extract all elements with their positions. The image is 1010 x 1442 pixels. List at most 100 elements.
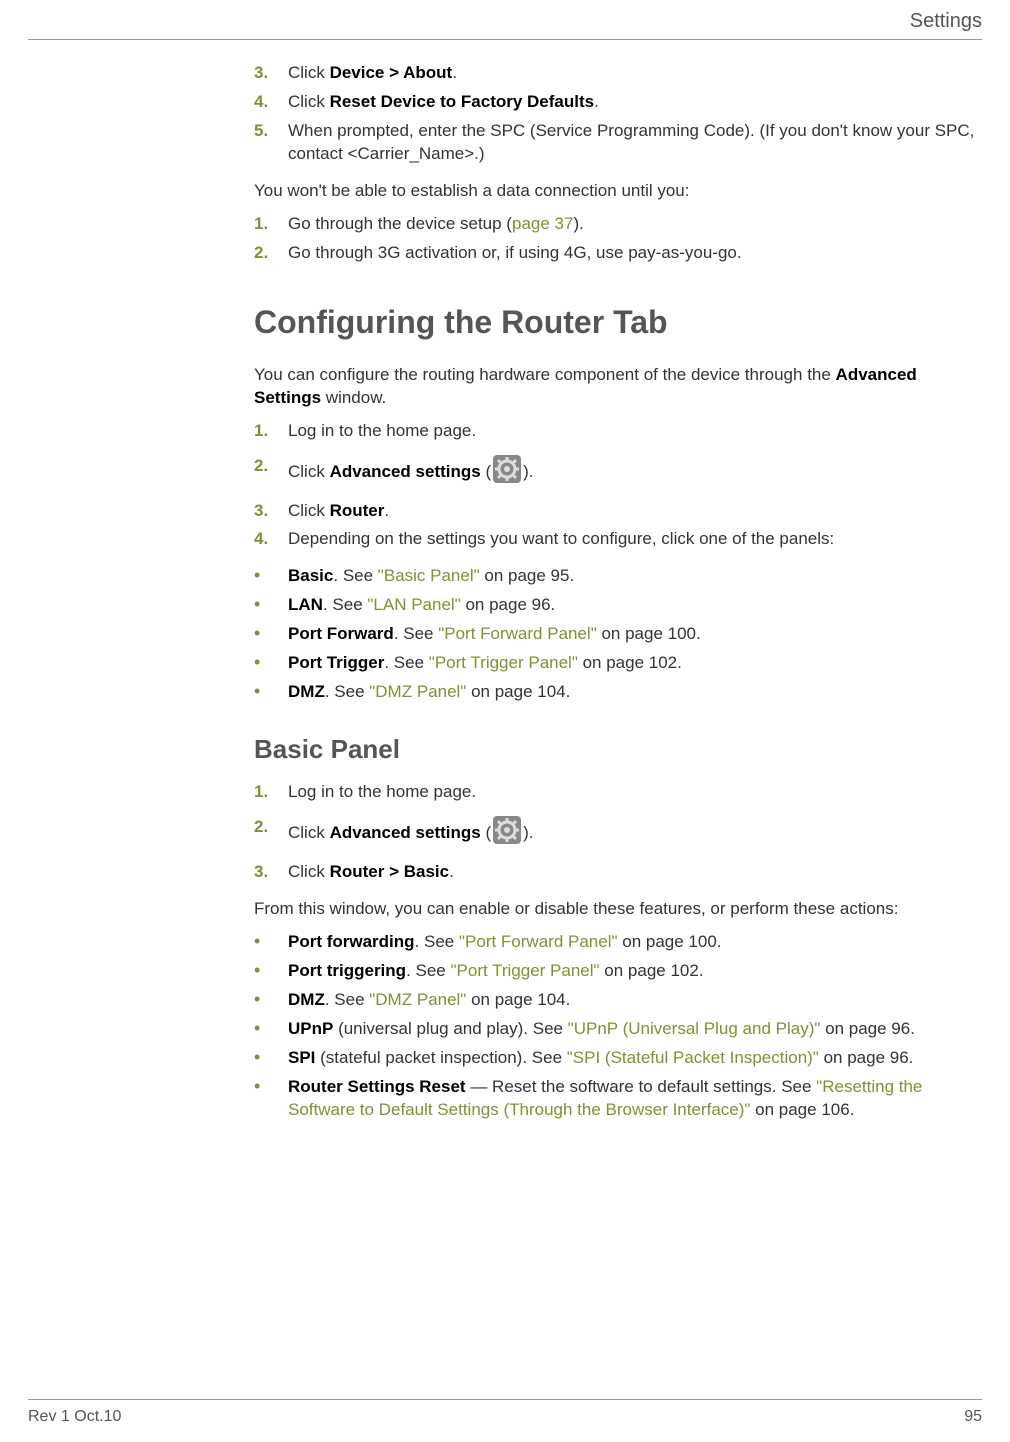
- text-span: . See: [384, 653, 428, 672]
- text-span: (: [481, 462, 491, 481]
- step-number: 1.: [254, 213, 288, 236]
- bold-text: Advanced settings: [330, 462, 481, 481]
- bold-text: UPnP: [288, 1019, 333, 1038]
- text-span: Click: [288, 63, 330, 82]
- list-item: 1. Go through the device setup (page 37)…: [254, 213, 976, 236]
- bullet-text: LAN. See "LAN Panel" on page 96.: [288, 594, 555, 617]
- bullet-text: Port triggering. See "Port Trigger Panel…: [288, 960, 704, 983]
- list-item: • Port Forward. See "Port Forward Panel"…: [254, 623, 976, 646]
- step-number: 1.: [254, 420, 288, 443]
- link-text[interactable]: "LAN Panel": [367, 595, 460, 614]
- text-span: on page 106.: [750, 1100, 854, 1119]
- list-item: 3. Click Router > Basic.: [254, 861, 976, 884]
- bullet-text: Port Forward. See "Port Forward Panel" o…: [288, 623, 701, 646]
- text-span: on page 100.: [597, 624, 701, 643]
- text-span: Go through the device setup (: [288, 214, 512, 233]
- ordered-list: 1. Go through the device setup (page 37)…: [254, 213, 976, 265]
- bold-text: Port triggering: [288, 961, 406, 980]
- list-item: • DMZ. See "DMZ Panel" on page 104.: [254, 989, 976, 1012]
- list-item: • SPI (stateful packet inspection). See …: [254, 1047, 976, 1070]
- step-text: Click Device > About.: [288, 62, 976, 85]
- bold-text: DMZ: [288, 682, 325, 701]
- list-item: 3. Click Router.: [254, 500, 976, 523]
- bold-text: Reset Device to Factory Defaults: [330, 92, 595, 111]
- list-item: 2. Go through 3G activation or, if using…: [254, 242, 976, 265]
- list-item: • Port Trigger. See "Port Trigger Panel"…: [254, 652, 976, 675]
- bullet-icon: •: [254, 931, 288, 954]
- text-span: on page 102.: [600, 961, 704, 980]
- bold-text: Basic: [288, 566, 333, 585]
- list-item: • Basic. See "Basic Panel" on page 95.: [254, 565, 976, 588]
- text-span: Click: [288, 462, 330, 481]
- list-item: 3. Click Device > About.: [254, 62, 976, 85]
- bullet-icon: •: [254, 565, 288, 588]
- ordered-list: 3. Click Device > About. 4. Click Reset …: [254, 62, 976, 166]
- paragraph: From this window, you can enable or disa…: [254, 898, 976, 921]
- link-text[interactable]: "SPI (Stateful Packet Inspection)": [567, 1048, 819, 1067]
- page-footer: Rev 1 Oct.10 95: [28, 1399, 982, 1426]
- link-text[interactable]: "Port Forward Panel": [438, 624, 597, 643]
- page-header-title: Settings: [28, 10, 982, 40]
- bullet-icon: •: [254, 652, 288, 675]
- bullet-icon: •: [254, 1047, 288, 1070]
- step-number: 3.: [254, 62, 288, 85]
- step-number: 3.: [254, 861, 288, 884]
- bullet-icon: •: [254, 1018, 288, 1041]
- step-number: 2.: [254, 816, 288, 851]
- text-span: Click: [288, 501, 330, 520]
- text-span: .: [452, 63, 457, 82]
- bold-text: Device > About: [330, 63, 453, 82]
- link-text[interactable]: "Port Trigger Panel": [429, 653, 578, 672]
- bold-text: LAN: [288, 595, 323, 614]
- link-text[interactable]: "Port Trigger Panel": [450, 961, 599, 980]
- link-text[interactable]: "DMZ Panel": [369, 990, 466, 1009]
- step-text: Log in to the home page.: [288, 420, 976, 443]
- step-number: 5.: [254, 120, 288, 166]
- text-span: . See: [323, 595, 367, 614]
- text-span: . See: [406, 961, 450, 980]
- text-span: on page 104.: [466, 682, 570, 701]
- list-item: • Router Settings Reset — Reset the soft…: [254, 1076, 976, 1122]
- step-text: Go through 3G activation or, if using 4G…: [288, 242, 976, 265]
- bold-text: Router > Basic: [330, 862, 450, 881]
- step-text: Click Advanced settings ().: [288, 816, 976, 851]
- bullet-text: Port forwarding. See "Port Forward Panel…: [288, 931, 722, 954]
- list-item: 4. Click Reset Device to Factory Default…: [254, 91, 976, 114]
- list-item: • UPnP (universal plug and play). See "U…: [254, 1018, 976, 1041]
- bullet-text: DMZ. See "DMZ Panel" on page 104.: [288, 681, 570, 704]
- text-span: ).: [573, 214, 583, 233]
- link-text[interactable]: "UPnP (Universal Plug and Play)": [568, 1019, 821, 1038]
- text-span: Click: [288, 862, 330, 881]
- bullet-icon: •: [254, 623, 288, 646]
- bullet-icon: •: [254, 594, 288, 617]
- text-span: Click: [288, 823, 330, 842]
- bold-text: Router: [330, 501, 385, 520]
- text-span: (stateful packet inspection). See: [315, 1048, 566, 1067]
- text-span: . See: [415, 932, 459, 951]
- bold-text: Port forwarding: [288, 932, 415, 951]
- bold-text: DMZ: [288, 990, 325, 1009]
- step-number: 3.: [254, 500, 288, 523]
- bold-text: Port Forward: [288, 624, 394, 643]
- link-text[interactable]: "Port Forward Panel": [459, 932, 618, 951]
- subsection-heading: Basic Panel: [254, 732, 976, 767]
- text-span: . See: [333, 566, 377, 585]
- step-number: 4.: [254, 91, 288, 114]
- bullet-text: Port Trigger. See "Port Trigger Panel" o…: [288, 652, 682, 675]
- ordered-list: 1. Log in to the home page. 2. Click Adv…: [254, 420, 976, 552]
- paragraph: You can configure the routing hardware c…: [254, 364, 976, 410]
- list-item: 2. Click Advanced settings ().: [254, 816, 976, 851]
- text-span: . See: [394, 624, 438, 643]
- text-span: .: [449, 862, 454, 881]
- bullet-text: Basic. See "Basic Panel" on page 95.: [288, 565, 574, 588]
- text-span: (: [481, 823, 491, 842]
- step-text: Click Advanced settings ().: [288, 455, 976, 490]
- link-text[interactable]: "DMZ Panel": [369, 682, 466, 701]
- bold-text: Advanced settings: [330, 823, 481, 842]
- list-item: • Port forwarding. See "Port Forward Pan…: [254, 931, 976, 954]
- text-span: . See: [325, 990, 369, 1009]
- link-text[interactable]: page 37: [512, 214, 573, 233]
- step-text: When prompted, enter the SPC (Service Pr…: [288, 120, 976, 166]
- bold-text: Port Trigger: [288, 653, 384, 672]
- link-text[interactable]: "Basic Panel": [378, 566, 480, 585]
